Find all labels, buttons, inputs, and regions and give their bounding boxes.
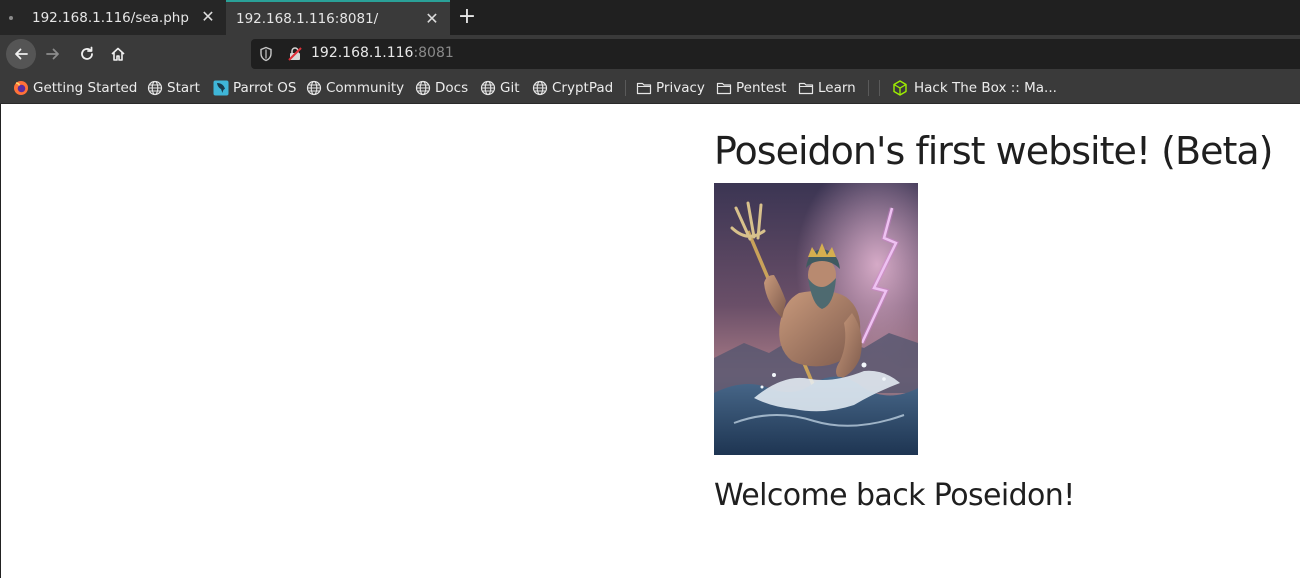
bookmark-parrot-os[interactable]: Parrot OS: [213, 72, 296, 103]
tab-unloaded-dot: [9, 15, 13, 20]
folder-icon: [716, 80, 732, 96]
welcome-message: Welcome back Poseidon!: [714, 478, 1075, 513]
address-bar[interactable]: 192.168.1.116:8081: [251, 39, 1300, 69]
tab-port-8081[interactable]: 192.168.1.116:8081/ ✕: [226, 0, 450, 35]
folder-icon: [636, 80, 652, 96]
bookmark-getting-started[interactable]: Getting Started: [13, 72, 137, 103]
folder-icon: [798, 80, 814, 96]
tab-title: 192.168.1.116/sea.php: [32, 9, 189, 26]
plus-icon[interactable]: +: [452, 0, 482, 35]
bookmark-label: Hack The Box :: Ma...: [914, 79, 1057, 96]
bookmark-label: Parrot OS: [233, 79, 297, 96]
poseidon-image: [714, 183, 918, 455]
bookmarks-toolbar: Getting Started Start Parrot OS Communit…: [0, 72, 1300, 104]
home-icon: [111, 47, 125, 61]
bookmark-folder-learn[interactable]: Learn: [798, 72, 856, 103]
tab-sea-php[interactable]: 192.168.1.116/sea.php ✕: [0, 0, 226, 35]
bookmark-label: CryptPad: [552, 79, 614, 96]
bookmark-folder-pentest[interactable]: Pentest: [716, 72, 786, 103]
globe-icon: [306, 80, 322, 96]
reload-button[interactable]: [72, 39, 102, 69]
arrow-right-icon: [46, 48, 59, 60]
close-icon[interactable]: ✕: [200, 9, 216, 25]
bookmarks-separator: [625, 80, 626, 96]
page-content: Poseidon's first website! (Beta) Welcome…: [0, 104, 1300, 578]
bookmark-community[interactable]: Community: [306, 72, 404, 103]
bookmark-start[interactable]: Start: [147, 72, 200, 103]
back-button[interactable]: [6, 39, 36, 69]
tab-title: 192.168.1.116:8081/: [236, 10, 379, 27]
bookmarks-separator: [868, 80, 869, 96]
firefox-icon: [13, 80, 29, 96]
bookmark-label: Learn: [818, 79, 856, 96]
page-heading: Poseidon's first website! (Beta): [714, 129, 1273, 173]
bookmark-hack-the-box[interactable]: Hack The Box :: Ma...: [892, 72, 1057, 103]
home-button[interactable]: [103, 39, 133, 69]
globe-icon: [532, 80, 548, 96]
tab-strip: 192.168.1.116/sea.php ✕ 192.168.1.116:80…: [0, 0, 1300, 35]
bookmark-folder-privacy[interactable]: Privacy: [636, 72, 705, 103]
arrow-left-icon: [15, 48, 28, 60]
url-port: :8081: [413, 45, 454, 61]
parrot-icon: [213, 80, 229, 96]
reload-icon: [81, 46, 93, 60]
close-icon[interactable]: ✕: [424, 11, 440, 27]
forward-button[interactable]: [38, 39, 68, 69]
htb-cube-icon: [892, 79, 908, 96]
bookmark-label: Getting Started: [33, 79, 138, 96]
bookmark-cryptpad[interactable]: CryptPad: [532, 72, 613, 103]
url-text: 192.168.1.116:8081: [311, 45, 454, 61]
url-host: 192.168.1.116: [311, 45, 414, 61]
globe-icon: [480, 80, 496, 96]
insecure-lock-icon[interactable]: [287, 46, 303, 62]
bookmark-label: Git: [500, 79, 520, 96]
bookmark-label: Start: [167, 79, 200, 96]
bookmarks-separator: [879, 80, 880, 96]
globe-icon: [147, 80, 163, 96]
bookmark-label: Docs: [435, 79, 469, 96]
navigation-toolbar: 192.168.1.116:8081: [0, 35, 1300, 72]
bookmark-label: Pentest: [736, 79, 787, 96]
bookmark-label: Community: [326, 79, 405, 96]
tracking-shield-icon[interactable]: [259, 46, 273, 62]
bookmark-docs[interactable]: Docs: [415, 72, 468, 103]
globe-icon: [415, 80, 431, 96]
bookmark-label: Privacy: [656, 79, 705, 96]
bookmark-git[interactable]: Git: [480, 72, 520, 103]
